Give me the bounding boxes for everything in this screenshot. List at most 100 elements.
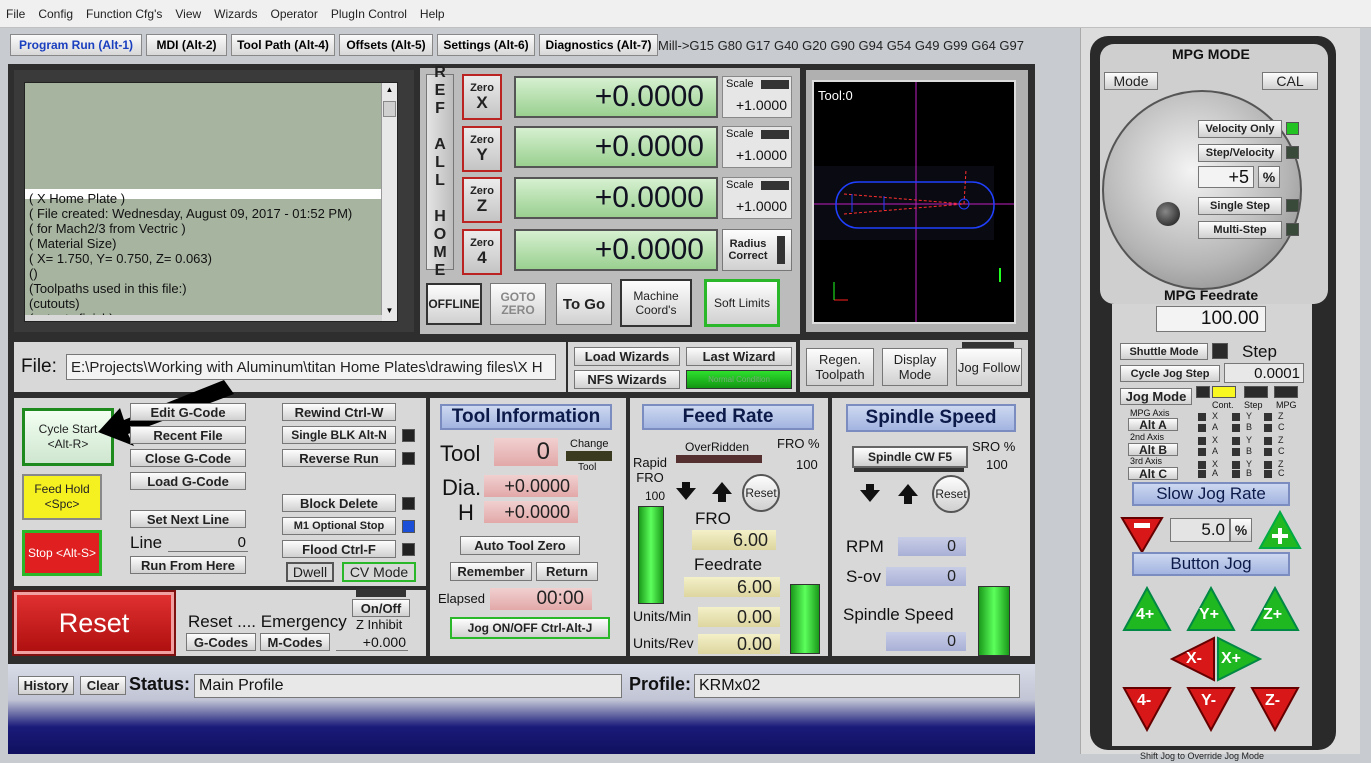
- rewind-button[interactable]: Rewind Ctrl-W: [282, 403, 396, 421]
- jog-z-minus-button[interactable]: Z-: [1250, 686, 1300, 733]
- tab-offsets[interactable]: Offsets (Alt-5): [339, 34, 433, 56]
- tab-settings[interactable]: Settings (Alt-6): [437, 34, 535, 56]
- menu-function-cfgs[interactable]: Function Cfg's: [86, 7, 162, 21]
- mpg-rate-field[interactable]: +5: [1198, 166, 1254, 188]
- recent-file-button[interactable]: Recent File: [130, 426, 246, 444]
- clear-button[interactable]: Clear: [80, 676, 126, 695]
- auto-tool-zero-button[interactable]: Auto Tool Zero: [460, 536, 580, 555]
- mcodes-button[interactable]: M-Codes: [260, 633, 330, 651]
- dro-y[interactable]: +0.0000: [514, 126, 718, 168]
- edit-gcode-button[interactable]: Edit G-Code: [130, 403, 246, 421]
- jog-step-field[interactable]: 0.0001: [1224, 363, 1304, 383]
- jog-z-plus-button[interactable]: Z+: [1250, 585, 1300, 632]
- multi-step-button[interactable]: Multi-Step: [1198, 221, 1282, 239]
- feed-hold-button[interactable]: Feed Hold <Spc>: [22, 474, 102, 520]
- alt-b-button[interactable]: Alt B: [1128, 443, 1178, 457]
- set-next-line-button[interactable]: Set Next Line: [130, 510, 246, 528]
- zero-y-button[interactable]: Zero Y: [462, 126, 502, 172]
- ref-all-home-button[interactable]: REF ALL HOME: [426, 64, 454, 280]
- menu-view[interactable]: View: [175, 7, 201, 21]
- jog-x-plus-button[interactable]: X+: [1216, 636, 1263, 682]
- to-go-button[interactable]: To Go: [556, 283, 612, 325]
- dro-x[interactable]: +0.0000: [514, 76, 718, 118]
- block-delete-button[interactable]: Block Delete: [282, 494, 396, 512]
- reset-button[interactable]: Reset: [12, 590, 176, 656]
- scale-value[interactable]: +1.0000: [736, 198, 787, 214]
- cycle-jog-step-button[interactable]: Cycle Jog Step: [1120, 365, 1220, 382]
- gcodes-button[interactable]: G-Codes: [186, 633, 256, 651]
- line-number-field[interactable]: 0: [168, 533, 248, 552]
- spindle-speed-slider[interactable]: [978, 586, 1010, 656]
- scroll-up-icon[interactable]: ▲: [383, 85, 396, 98]
- goto-zero-button[interactable]: GOTO ZERO: [490, 283, 546, 325]
- menu-help[interactable]: Help: [420, 7, 445, 21]
- gcode-hscroll[interactable]: [25, 315, 382, 321]
- menu-file[interactable]: File: [6, 7, 25, 21]
- dro-z[interactable]: +0.0000: [514, 177, 718, 219]
- jog-follow-button[interactable]: Jog Follow: [956, 348, 1022, 386]
- toolpath-display[interactable]: Tool:0: [812, 80, 1016, 324]
- tab-mdi[interactable]: MDI (Alt-2): [146, 34, 227, 56]
- jog-y-plus-button[interactable]: Y+: [1186, 585, 1236, 632]
- nfs-wizards-button[interactable]: NFS Wizards: [574, 370, 680, 389]
- mpg-pct-button[interactable]: %: [1258, 166, 1280, 188]
- scale-value[interactable]: +1.0000: [736, 97, 787, 113]
- spindle-cw-button[interactable]: Spindle CW F5: [852, 446, 968, 468]
- mpg-feedrate-field[interactable]: 100.00: [1156, 306, 1266, 332]
- alt-c-button[interactable]: Alt C: [1128, 467, 1178, 481]
- fro-reset-button[interactable]: Reset: [742, 474, 780, 512]
- offline-button[interactable]: OFFLINE: [426, 283, 482, 325]
- last-wizard-button[interactable]: Last Wizard: [686, 347, 792, 366]
- tool-number[interactable]: 0: [494, 438, 558, 466]
- feedrate-slider[interactable]: [790, 584, 820, 654]
- fro-up-icon[interactable]: [710, 480, 734, 506]
- jog-rate-up-icon[interactable]: [1258, 509, 1302, 552]
- radius-correct-button[interactable]: Radius Correct: [722, 229, 792, 271]
- single-step-button[interactable]: Single Step: [1198, 197, 1282, 215]
- history-button[interactable]: History: [18, 676, 74, 695]
- remember-button[interactable]: Remember: [450, 562, 532, 581]
- velocity-only-button[interactable]: Velocity Only: [1198, 120, 1282, 138]
- z-inhibit-onoff-button[interactable]: On/Off: [352, 599, 410, 617]
- sro-up-icon[interactable]: [896, 482, 920, 508]
- fro-down-icon[interactable]: [674, 480, 698, 506]
- menu-config[interactable]: Config: [38, 7, 73, 21]
- menu-operator[interactable]: Operator: [271, 7, 318, 21]
- load-wizards-button[interactable]: Load Wizards: [574, 347, 680, 366]
- run-from-here-button[interactable]: Run From Here: [130, 556, 246, 574]
- soft-limits-button[interactable]: Soft Limits: [704, 279, 780, 327]
- jog-mode-button[interactable]: Jog Mode: [1120, 388, 1192, 405]
- single-block-button[interactable]: Single BLK Alt-N: [282, 426, 396, 444]
- tab-program-run[interactable]: Program Run (Alt-1): [10, 34, 142, 56]
- regen-toolpath-button[interactable]: Regen. Toolpath: [806, 348, 874, 386]
- rpm-value[interactable]: 0: [898, 537, 966, 556]
- jog-rate-down-icon[interactable]: [1120, 514, 1164, 554]
- sro-down-icon[interactable]: [858, 482, 882, 508]
- display-mode-button[interactable]: Display Mode: [882, 348, 948, 386]
- scale-value[interactable]: +1.0000: [736, 147, 787, 163]
- zero-4-button[interactable]: Zero 4: [462, 229, 502, 275]
- machine-coords-button[interactable]: Machine Coord's: [620, 279, 692, 327]
- flood-button[interactable]: Flood Ctrl-F: [282, 540, 396, 558]
- jog-onoff-button[interactable]: Jog ON/OFF Ctrl-Alt-J: [450, 617, 610, 639]
- gcode-display[interactable]: ( X Home Plate ) ( File created: Wednesd…: [24, 82, 398, 322]
- sro-reset-button[interactable]: Reset: [932, 475, 970, 513]
- scroll-thumb[interactable]: [383, 101, 396, 117]
- dro-4[interactable]: +0.0000: [514, 229, 718, 271]
- close-gcode-button[interactable]: Close G-Code: [130, 449, 246, 467]
- jog-x-minus-button[interactable]: X-: [1169, 636, 1216, 682]
- zero-z-button[interactable]: Zero Z: [462, 177, 502, 223]
- rapid-fro-slider[interactable]: [638, 506, 664, 604]
- dia-value[interactable]: +0.0000: [484, 475, 578, 497]
- z-inhibit-value[interactable]: +0.000: [336, 633, 408, 651]
- alt-a-button[interactable]: Alt A: [1128, 418, 1178, 432]
- m1-optional-stop-button[interactable]: M1 Optional Stop: [282, 517, 396, 535]
- jog-4-plus-button[interactable]: 4+: [1122, 585, 1172, 632]
- jog-rate-field[interactable]: 5.0: [1170, 518, 1230, 542]
- gcode-scrollbar[interactable]: ▲ ▼: [381, 83, 397, 321]
- jog-y-minus-button[interactable]: Y-: [1186, 686, 1236, 733]
- return-button[interactable]: Return: [536, 562, 598, 581]
- stop-button[interactable]: Stop <Alt-S>: [22, 530, 102, 576]
- h-value[interactable]: +0.0000: [484, 501, 578, 523]
- zero-x-button[interactable]: Zero X: [462, 74, 502, 120]
